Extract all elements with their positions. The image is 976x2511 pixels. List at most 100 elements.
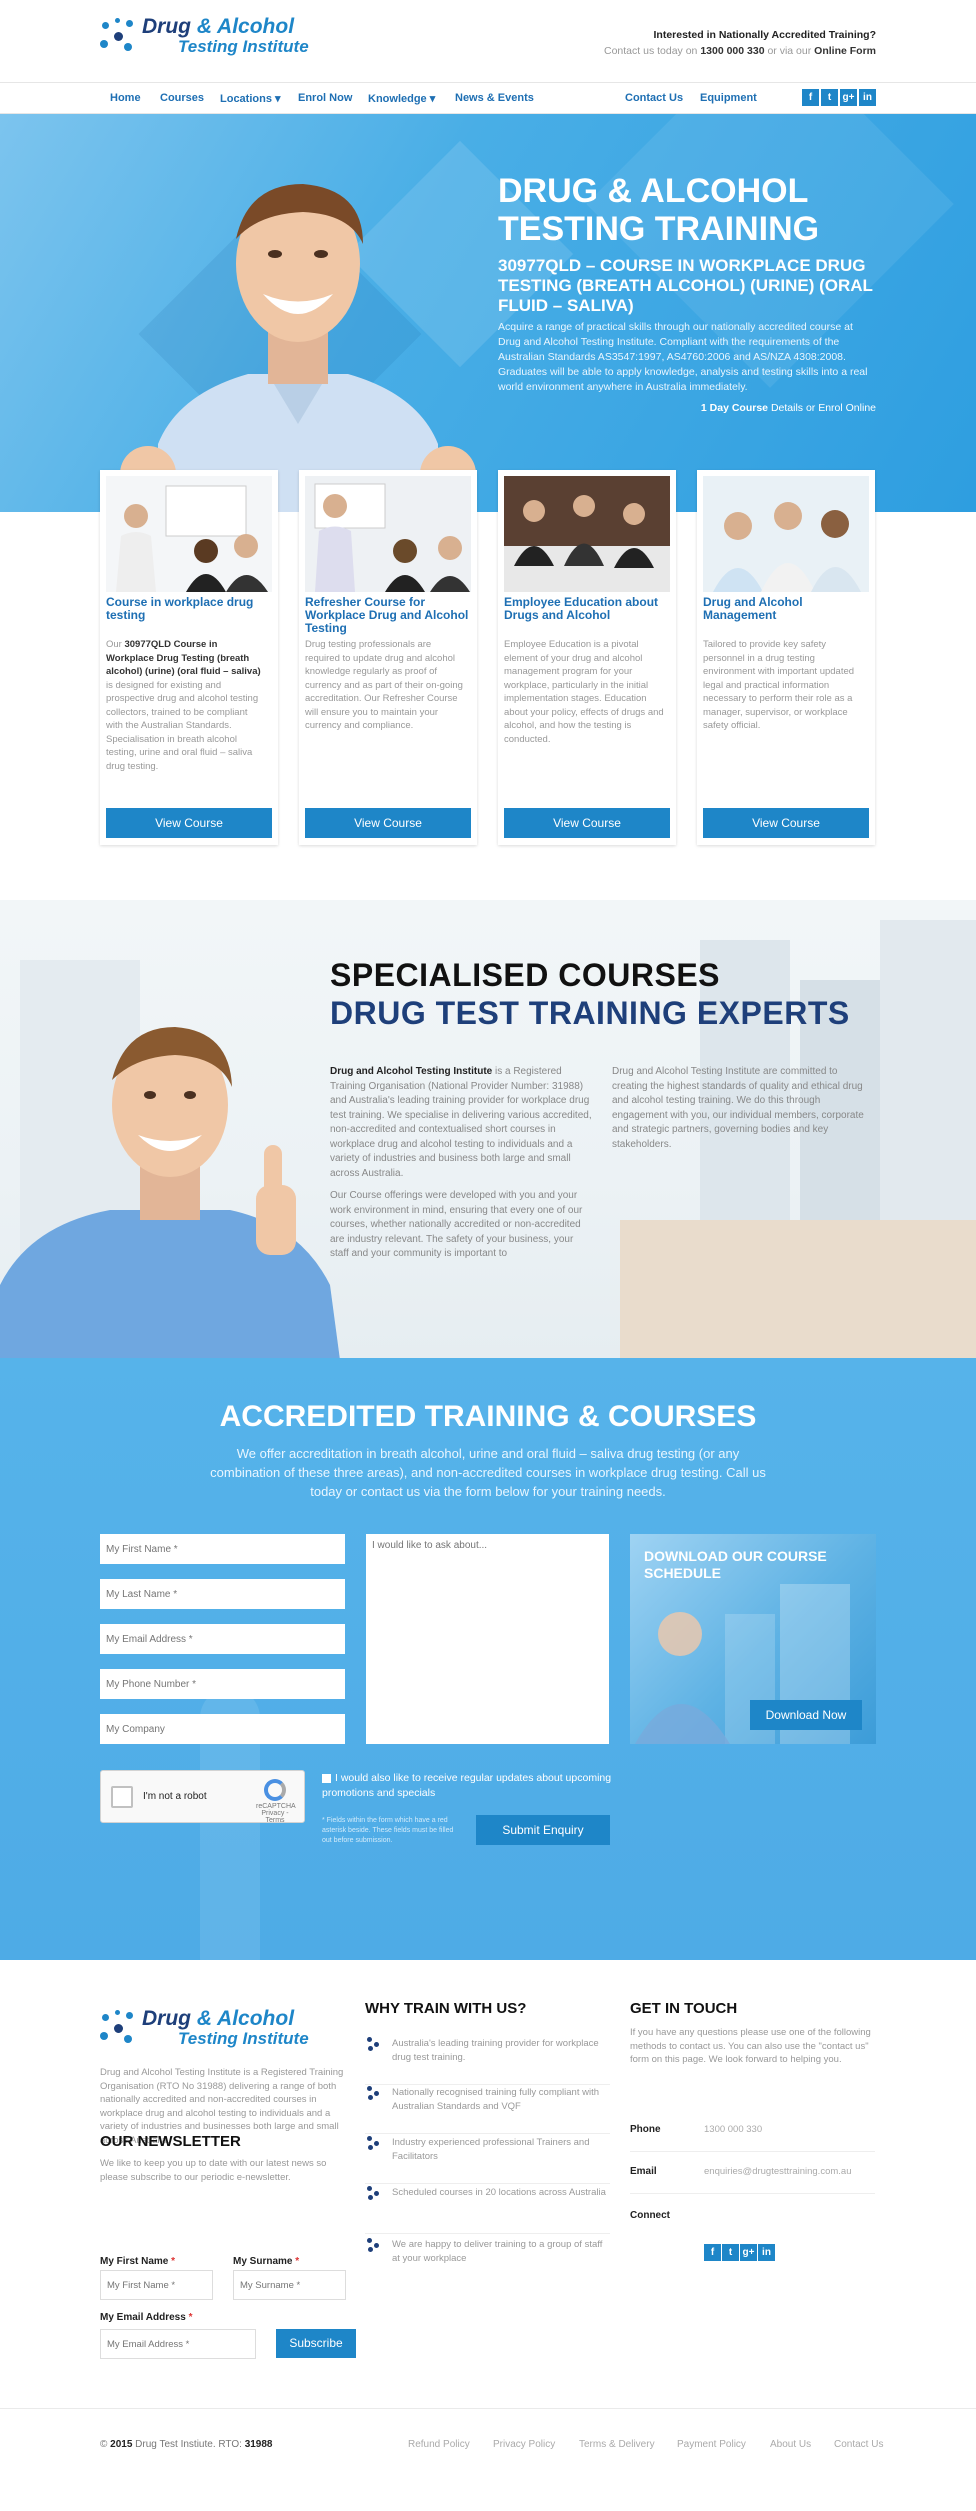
privacy-policy-link[interactable]: Privacy Policy: [493, 2439, 555, 2450]
terms-delivery-link[interactable]: Terms & Delivery: [579, 2439, 655, 2450]
view-course-button[interactable]: View Course: [305, 808, 471, 838]
specialised-col-2: Drug and Alcohol Testing Institute are c…: [612, 1066, 864, 1150]
course-card-image: [106, 476, 272, 592]
molecule-bullet-icon: [367, 2086, 381, 2100]
main-nav: Home Courses Locations ▾ Enrol Now Knowl…: [0, 82, 976, 114]
why-item: Industry experienced professional Traine…: [365, 2136, 610, 2184]
company-input[interactable]: [100, 1714, 345, 1744]
phone-input[interactable]: [100, 1669, 345, 1699]
contact-phone-row: Phone 1300 000 330: [630, 2124, 875, 2152]
nav-contact-us[interactable]: Contact Us: [625, 92, 683, 104]
nav-courses[interactable]: Courses: [160, 92, 204, 104]
course-card: Employee Education about Drugs and Alcoh…: [498, 470, 676, 845]
why-item: Australia's leading training provider fo…: [365, 2037, 610, 2085]
submit-enquiry-button[interactable]: Submit Enquiry: [476, 1815, 610, 1845]
google-plus-icon[interactable]: g+: [840, 89, 857, 106]
molecule-bullet-icon: [367, 2186, 381, 2200]
specialised-subtitle: DRUG TEST TRAINING EXPERTS: [330, 995, 850, 1031]
nav-home[interactable]: Home: [110, 92, 141, 104]
molecule-bullet-icon: [367, 2238, 381, 2252]
accredited-title: ACCREDITED TRAINING & COURSES: [219, 1400, 757, 1433]
molecule-bullet-icon: [367, 2136, 381, 2150]
contact-email[interactable]: enquiries@drugtesttraining.com.au: [704, 2166, 851, 2177]
header-social: f t g+ in: [802, 89, 876, 106]
email-label: My Email Address *: [100, 2312, 193, 2323]
refund-policy-link[interactable]: Refund Policy: [408, 2439, 470, 2450]
newsletter-description: We like to keep you up to date with our …: [100, 2158, 327, 2183]
payment-policy-link[interactable]: Payment Policy: [677, 2439, 746, 2450]
email-input[interactable]: [100, 1624, 345, 1654]
contact-us-link[interactable]: Contact Us: [834, 2439, 883, 2450]
surname-label: My Surname *: [233, 2256, 300, 2267]
download-title: DOWNLOAD OUR COURSE SCHEDULE: [644, 1548, 827, 1581]
recaptcha-logo-icon: reCAPTCHA Privacy - Terms: [256, 1779, 296, 1824]
google-plus-icon[interactable]: g+: [740, 2244, 757, 2261]
logo-molecule-icon: [100, 18, 136, 54]
first-name-input[interactable]: [100, 1534, 345, 1564]
view-course-button[interactable]: View Course: [106, 808, 272, 838]
twitter-icon[interactable]: t: [821, 89, 838, 106]
course-card-text: Tailored to provide key safety personnel…: [703, 639, 855, 731]
why-train-title: WHY TRAIN WITH US?: [365, 2000, 527, 2017]
nav-knowledge[interactable]: Knowledge ▾: [368, 92, 435, 105]
nav-news-events[interactable]: News & Events: [455, 92, 534, 104]
newsletter-title: OUR NEWSLETTER: [100, 2133, 241, 2150]
download-now-button[interactable]: Download Now: [750, 1700, 862, 1730]
view-course-button[interactable]: View Course: [504, 808, 670, 838]
course-card-text: Employee Education is a pivotal element …: [504, 639, 664, 745]
course-card-title[interactable]: Refresher Course for Workplace Drug and …: [305, 596, 471, 635]
course-card: Drug and Alcohol Management Tailored to …: [697, 470, 875, 845]
logo-line-2: Testing Institute: [178, 37, 309, 56]
why-item: We are happy to deliver training to a gr…: [365, 2238, 610, 2286]
course-card-title[interactable]: Course in workplace drug testing: [106, 596, 272, 622]
header-phone[interactable]: 1300 000 330: [700, 45, 764, 57]
bottom-bar: © 2015 Drug Test Instiute. RTO: 31988 Re…: [0, 2408, 976, 2511]
hero-description: Acquire a range of practical skills thro…: [498, 321, 868, 393]
facebook-icon[interactable]: f: [704, 2244, 721, 2261]
online-form-link[interactable]: Online Form: [814, 45, 876, 57]
last-name-input[interactable]: [100, 1579, 345, 1609]
about-us-link[interactable]: About Us: [770, 2439, 811, 2450]
footer-logo[interactable]: Drug & Alcohol Testing Institute: [100, 2008, 309, 2048]
course-card: Course in workplace drug testing Our 309…: [100, 470, 278, 845]
updates-checkbox[interactable]: [322, 1773, 331, 1783]
newsletter-first-name-input[interactable]: [100, 2270, 213, 2300]
copyright: © 2015 Drug Test Instiute. RTO: 31988: [100, 2439, 273, 2450]
logo[interactable]: Drug & Alcohol Testing Institute: [100, 16, 309, 56]
molecule-bullet-icon: [367, 2037, 381, 2051]
course-card-title[interactable]: Employee Education about Drugs and Alcoh…: [504, 596, 670, 622]
updates-opt-in[interactable]: I would also like to receive regular upd…: [322, 1771, 612, 1801]
contact-connect-row: Connect: [630, 2210, 670, 2221]
linkedin-icon[interactable]: in: [758, 2244, 775, 2261]
contact-phone[interactable]: 1300 000 330: [704, 2124, 762, 2135]
hero-title: DRUG & ALCOHOL TESTING TRAINING: [498, 172, 820, 248]
newsletter-surname-input[interactable]: [233, 2270, 346, 2300]
linkedin-icon[interactable]: in: [859, 89, 876, 106]
site-header: Drug & Alcohol Testing Institute Interes…: [0, 0, 976, 78]
course-card: Refresher Course for Workplace Drug and …: [299, 470, 477, 845]
course-card-title[interactable]: Drug and Alcohol Management: [703, 596, 869, 622]
course-card-text: Drug testing professionals are required …: [305, 639, 463, 731]
hero-man-photo: [120, 184, 476, 512]
nav-locations[interactable]: Locations ▾: [220, 92, 281, 105]
required-fields-note: * Fields within the form which have a re…: [322, 1817, 454, 1844]
course-card-image: [305, 476, 471, 592]
hero-course-link[interactable]: 1 Day Course Details or Enrol Online: [701, 402, 876, 414]
nav-equipment[interactable]: Equipment: [700, 92, 757, 104]
subscribe-button[interactable]: Subscribe: [276, 2329, 356, 2358]
recaptcha-label: I'm not a robot: [143, 1791, 207, 1802]
download-schedule-panel: DOWNLOAD OUR COURSE SCHEDULE Download No…: [630, 1534, 876, 1744]
specialised-section: SPECIALISED COURSES DRUG TEST TRAINING E…: [0, 900, 976, 1358]
facebook-icon[interactable]: f: [802, 89, 819, 106]
newsletter-email-input[interactable]: [100, 2329, 256, 2359]
view-course-button[interactable]: View Course: [703, 808, 869, 838]
specialised-col-1: Drug and Alcohol Testing Institute is a …: [330, 1066, 592, 1259]
accredited-description: We offer accreditation in breath alcohol…: [210, 1446, 766, 1499]
footer: Drug & Alcohol Testing Institute Drug an…: [0, 1960, 976, 2410]
nav-enrol-now[interactable]: Enrol Now: [298, 92, 352, 104]
recaptcha-widget: I'm not a robot reCAPTCHA Privacy - Term…: [100, 1770, 305, 1824]
recaptcha-checkbox[interactable]: [111, 1786, 133, 1808]
twitter-icon[interactable]: t: [722, 2244, 739, 2261]
message-textarea[interactable]: [366, 1534, 609, 1744]
hero-subtitle: 30977QLD – COURSE IN WORKPLACE DRUG TEST…: [498, 256, 873, 315]
